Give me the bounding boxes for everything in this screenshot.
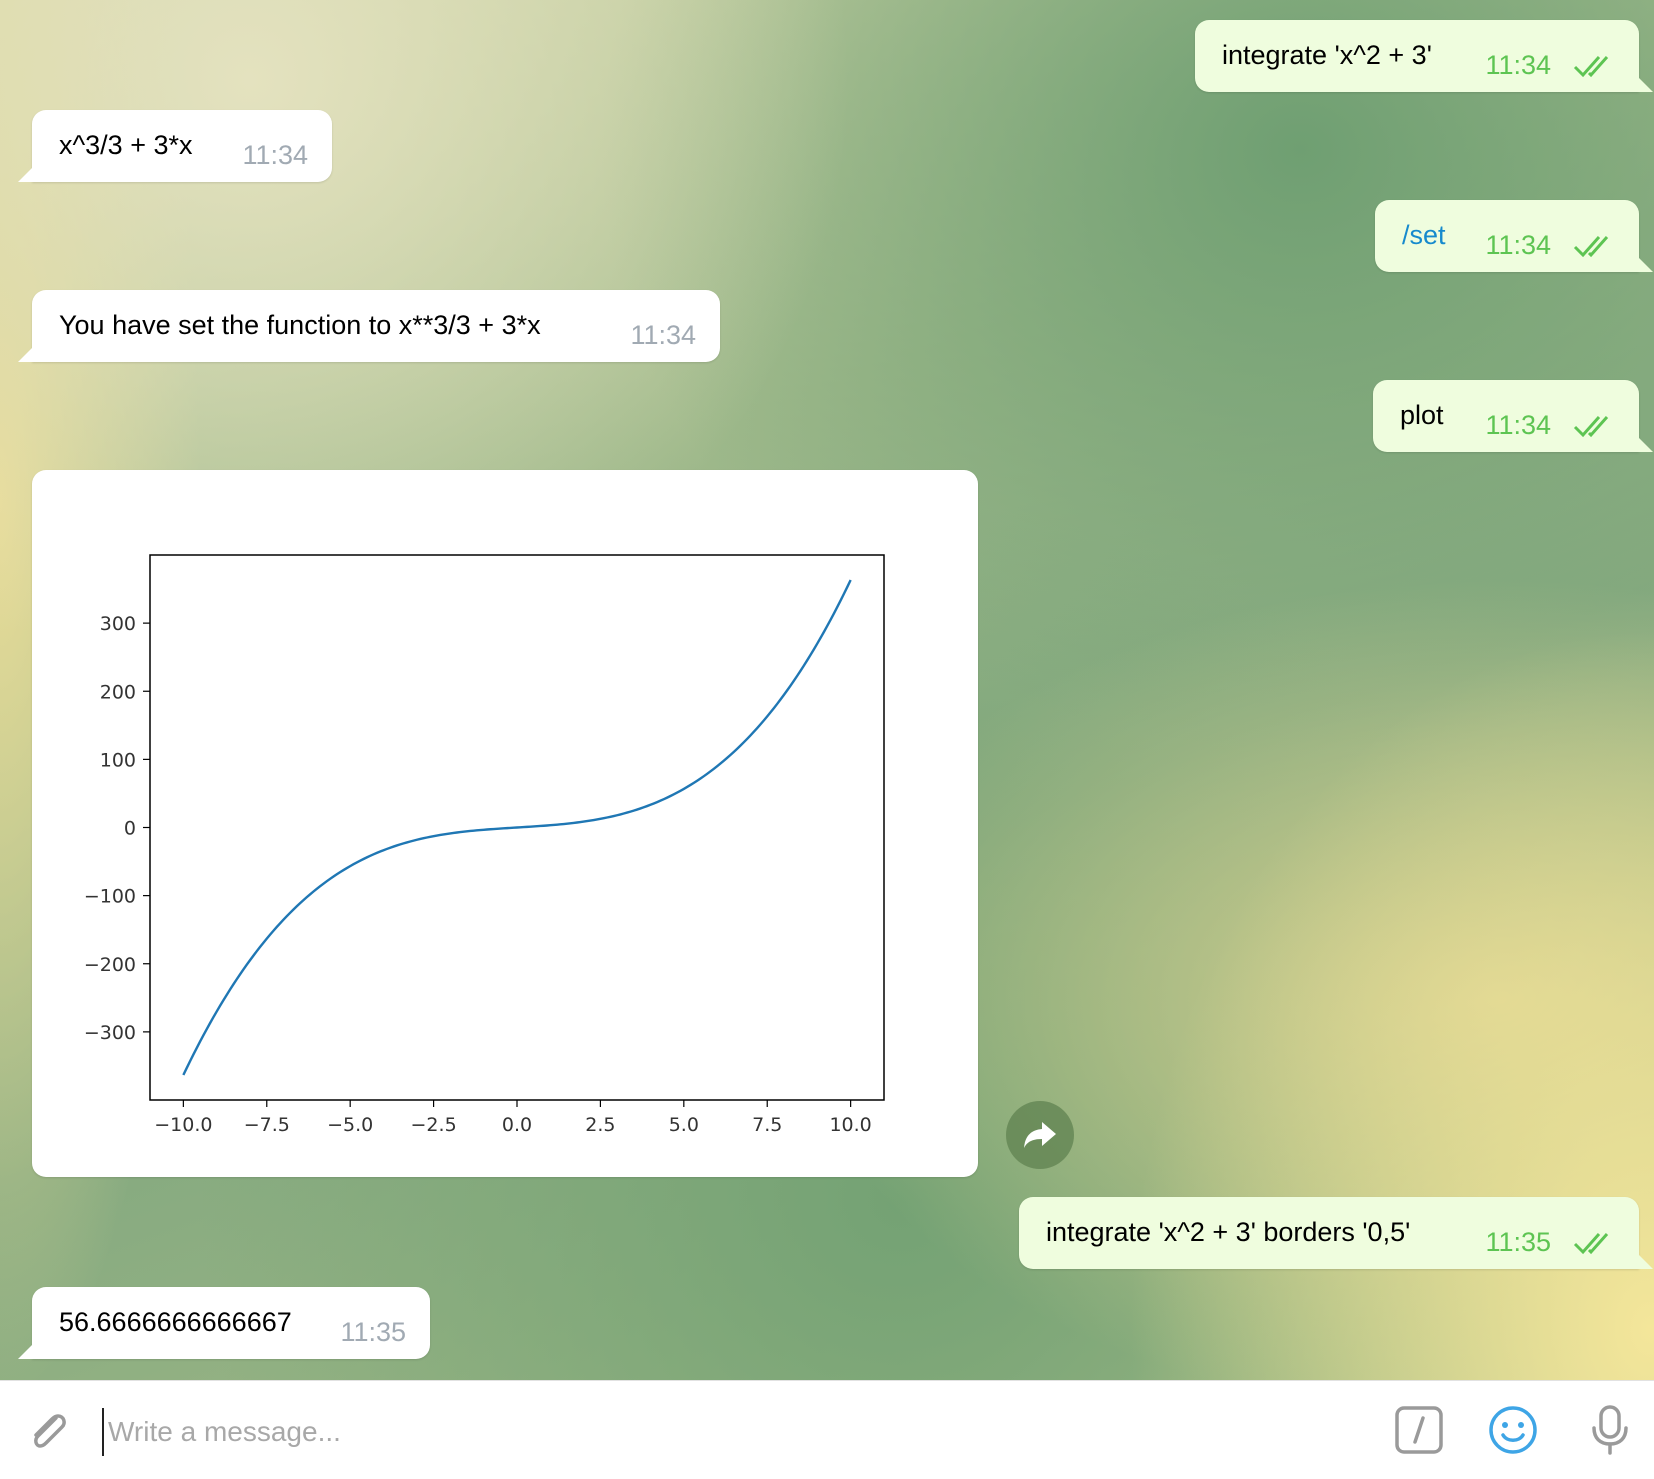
- plot-image-message[interactable]: −10.0 −7.5 −5.0 −2.5 0.0 2.5 5.0 7.5 10.0 300 200 1…: [32, 470, 978, 1177]
- message-text: plot: [1400, 400, 1444, 431]
- message-input[interactable]: [102, 1408, 1388, 1456]
- double-check-icon: [1573, 234, 1615, 258]
- emoji-icon[interactable]: [1487, 1404, 1539, 1456]
- y-tick-label: 0: [124, 818, 136, 840]
- x-tick-label: 5.0: [669, 1114, 699, 1136]
- chat-history[interactable]: integrate 'x^2 + 3' 11:34 x^3/3 + 3*x 11…: [0, 0, 1654, 1380]
- message-text: x^3/3 + 3*x: [59, 130, 193, 161]
- double-check-icon: [1573, 414, 1615, 438]
- y-tick-label: −300: [84, 1022, 136, 1044]
- outgoing-message[interactable]: /set 11:34: [1375, 200, 1639, 272]
- message-text: 56.6666666666667: [59, 1307, 292, 1338]
- forward-icon: [1022, 1119, 1058, 1151]
- y-tick-label: −200: [84, 954, 136, 976]
- message-text: integrate 'x^2 + 3': [1222, 40, 1432, 71]
- microphone-icon[interactable]: [1584, 1404, 1636, 1456]
- message-text: You have set the function to x**3/3 + 3*…: [59, 310, 541, 341]
- message-time: 11:34: [242, 140, 308, 171]
- outgoing-message[interactable]: integrate 'x^2 + 3' 11:34: [1195, 20, 1639, 92]
- x-tick-label: −5.0: [327, 1114, 373, 1136]
- y-tick-label: −100: [84, 886, 136, 908]
- double-check-icon: [1573, 1231, 1615, 1255]
- y-tick-label: 200: [100, 681, 136, 703]
- y-tick-label: 100: [100, 749, 136, 771]
- x-tick-label: 0.0: [502, 1114, 532, 1136]
- outgoing-message[interactable]: plot 11:34: [1373, 380, 1639, 452]
- x-tick-label: −2.5: [411, 1114, 457, 1136]
- message-time: 11:35: [340, 1317, 406, 1348]
- message-time: 11:34: [1485, 410, 1551, 441]
- message-time: 11:34: [1485, 230, 1551, 261]
- message-time: 11:35: [1485, 1227, 1551, 1258]
- x-tick-label: 7.5: [752, 1114, 782, 1136]
- message-time: 11:34: [630, 320, 696, 351]
- incoming-message[interactable]: 56.6666666666667 11:35: [32, 1287, 430, 1359]
- message-text: integrate 'x^2 + 3' borders '0,5': [1046, 1217, 1410, 1248]
- paperclip-icon[interactable]: [26, 1408, 72, 1454]
- x-tick-label: −7.5: [244, 1114, 290, 1136]
- incoming-message[interactable]: You have set the function to x**3/3 + 3*…: [32, 290, 720, 362]
- command-link[interactable]: /set: [1402, 220, 1446, 251]
- double-check-icon: [1573, 54, 1615, 78]
- function-plot: −10.0 −7.5 −5.0 −2.5 0.0 2.5 5.0 7.5 10.0 300 200 1…: [32, 470, 978, 1177]
- x-tick-label: 2.5: [585, 1114, 615, 1136]
- x-tick-label: 10.0: [829, 1114, 871, 1136]
- message-time: 11:34: [1485, 50, 1551, 81]
- incoming-message[interactable]: x^3/3 + 3*x 11:34: [32, 110, 332, 182]
- slash-command-icon[interactable]: [1393, 1404, 1445, 1456]
- y-tick-label: 300: [100, 613, 136, 635]
- outgoing-message[interactable]: integrate 'x^2 + 3' borders '0,5' 11:35: [1019, 1197, 1639, 1269]
- x-tick-label: −10.0: [154, 1114, 212, 1136]
- series-line: [183, 580, 850, 1075]
- forward-button[interactable]: [1006, 1101, 1074, 1169]
